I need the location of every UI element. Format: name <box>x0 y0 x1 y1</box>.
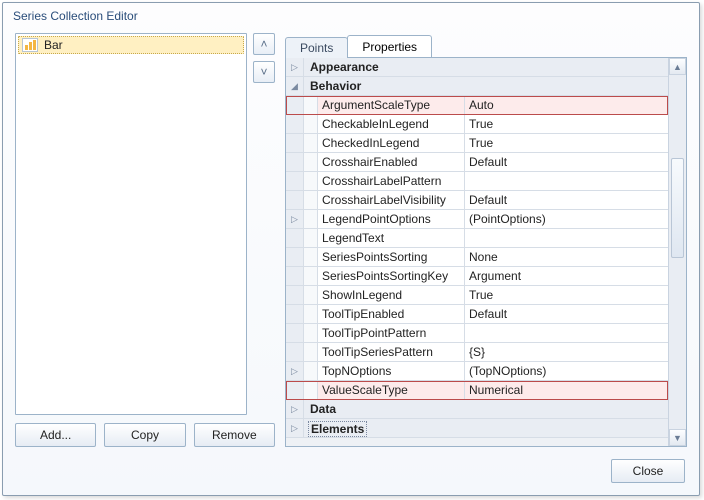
expand-icon[interactable]: ▷ <box>286 400 304 418</box>
series-collection-editor-dialog: Series Collection Editor Bar ˄ ˅ Add... … <box>2 2 700 496</box>
prop-series-points-sorting[interactable]: SeriesPointsSorting None <box>286 248 668 267</box>
dialog-footer: Close <box>3 447 699 495</box>
chevron-down-icon: ˅ <box>260 66 267 78</box>
scroll-thumb[interactable] <box>671 158 684 258</box>
category-behavior[interactable]: ◢ Behavior <box>286 77 668 96</box>
prop-crosshair-enabled[interactable]: CrosshairEnabled Default <box>286 153 668 172</box>
close-button[interactable]: Close <box>611 459 685 483</box>
tab-properties[interactable]: Properties <box>347 35 432 57</box>
series-listbox[interactable]: Bar <box>15 33 247 415</box>
chevron-up-icon: ˄ <box>260 38 267 50</box>
prop-tooltip-enabled[interactable]: ToolTipEnabled Default <box>286 305 668 324</box>
dialog-title: Series Collection Editor <box>3 3 699 33</box>
scroll-down-button[interactable]: ▼ <box>669 429 686 446</box>
remove-button[interactable]: Remove <box>194 423 275 447</box>
reorder-buttons: ˄ ˅ <box>253 33 275 415</box>
scroll-up-button[interactable]: ▲ <box>669 58 686 75</box>
prop-top-n-options[interactable]: ▷ TopNOptions (TopNOptions) <box>286 362 668 381</box>
copy-button[interactable]: Copy <box>104 423 185 447</box>
prop-crosshair-label-visibility[interactable]: CrosshairLabelVisibility Default <box>286 191 668 210</box>
dialog-body: Bar ˄ ˅ Add... Copy Remove Points Proper… <box>3 33 699 447</box>
prop-legend-point-options[interactable]: ▷ LegendPointOptions (PointOptions) <box>286 210 668 229</box>
prop-tooltip-point-pattern[interactable]: ToolTipPointPattern <box>286 324 668 343</box>
prop-legend-text[interactable]: LegendText <box>286 229 668 248</box>
collapse-icon[interactable]: ◢ <box>286 77 304 95</box>
property-grid-scrollbar[interactable]: ▲ ▼ <box>668 58 686 446</box>
expand-icon[interactable]: ▷ <box>286 58 304 76</box>
prop-checkable-in-legend[interactable]: CheckableInLegend True <box>286 115 668 134</box>
series-list-item-label: Bar <box>44 38 63 52</box>
category-data[interactable]: ▷ Data <box>286 400 668 419</box>
bar-chart-icon <box>22 38 38 52</box>
category-elements[interactable]: ▷ Elements <box>286 419 668 438</box>
tab-points[interactable]: Points <box>285 37 348 58</box>
prop-series-points-sorting-key[interactable]: SeriesPointsSortingKey Argument <box>286 267 668 286</box>
property-grid: ▷ Appearance ◢ Behavior ArgumentScaleTyp… <box>285 57 687 447</box>
add-button[interactable]: Add... <box>15 423 96 447</box>
move-up-button[interactable]: ˄ <box>253 33 275 55</box>
prop-checked-in-legend[interactable]: CheckedInLegend True <box>286 134 668 153</box>
property-panel: Points Properties ▷ Appearance ◢ Behavio… <box>285 33 687 447</box>
expand-icon[interactable]: ▷ <box>286 210 304 228</box>
expand-icon[interactable]: ▷ <box>286 419 304 437</box>
expand-icon[interactable]: ▷ <box>286 362 304 380</box>
series-list-panel: Bar ˄ ˅ Add... Copy Remove <box>15 33 275 447</box>
series-list-item[interactable]: Bar <box>18 36 244 54</box>
prop-show-in-legend[interactable]: ShowInLegend True <box>286 286 668 305</box>
tabstrip: Points Properties <box>285 33 687 57</box>
prop-argument-scale-type[interactable]: ArgumentScaleType Auto <box>286 96 668 115</box>
prop-crosshair-label-pattern[interactable]: CrosshairLabelPattern <box>286 172 668 191</box>
category-appearance[interactable]: ▷ Appearance <box>286 58 668 77</box>
prop-tooltip-series-pattern[interactable]: ToolTipSeriesPattern {S} <box>286 343 668 362</box>
prop-value-scale-type[interactable]: ValueScaleType Numerical <box>286 381 668 400</box>
move-down-button[interactable]: ˅ <box>253 61 275 83</box>
